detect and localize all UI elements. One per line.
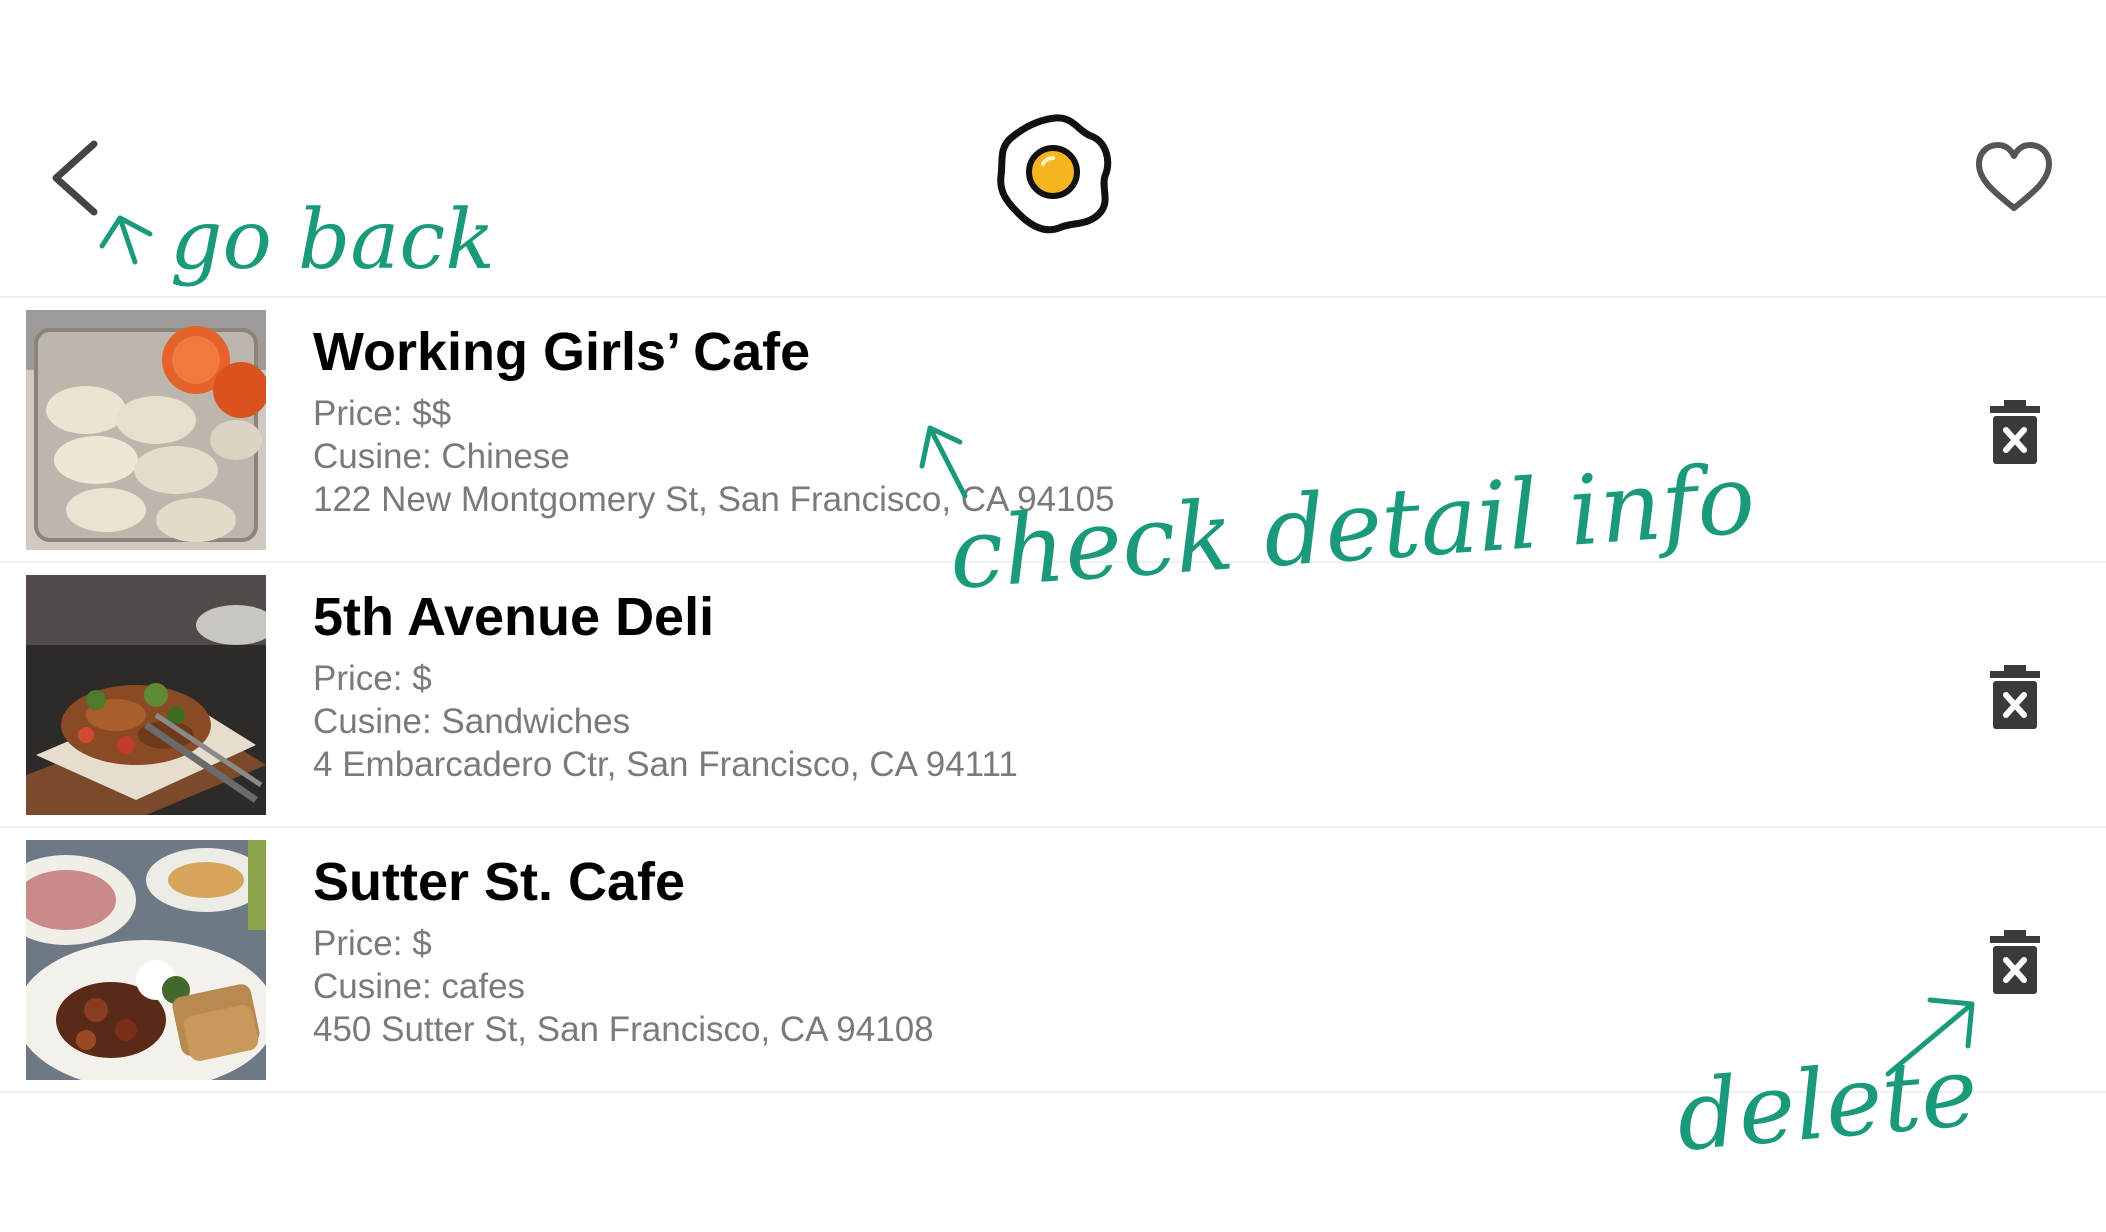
restaurant-cuisine: Cusine: Chinese: [313, 437, 570, 476]
restaurant-row[interactable]: Sutter St. Cafe Price: $ Cusine: cafes 4…: [0, 828, 2106, 1093]
restaurant-row[interactable]: Working Girls’ Cafe Price: $$ Cusine: Ch…: [0, 298, 2106, 563]
delete-button[interactable]: [1988, 928, 2042, 996]
restaurant-address: 4 Embarcadero Ctr, San Francisco, CA 941…: [313, 745, 1018, 784]
restaurant-name: Sutter St. Cafe: [313, 852, 686, 912]
back-button[interactable]: [44, 136, 114, 220]
app-logo: [995, 110, 1115, 235]
restaurant-name: 5th Avenue Deli: [313, 587, 715, 647]
restaurant-info: Working Girls’ Cafe Price: $$ Cusine: Ch…: [313, 320, 1115, 521]
trash-icon: [1990, 400, 2040, 464]
fried-egg-icon: [997, 114, 1112, 234]
restaurant-photo-salad: [26, 575, 266, 815]
trash-icon: [1990, 930, 2040, 994]
restaurant-cuisine: Cusine: cafes: [313, 967, 526, 1006]
favorites-button[interactable]: [1974, 140, 2054, 214]
restaurant-address: 450 Sutter St, San Francisco, CA 94108: [313, 1010, 934, 1049]
restaurant-cuisine: Cusine: Sandwiches: [313, 702, 631, 741]
restaurant-price: Price: $$: [313, 394, 452, 433]
chevron-left-icon: [52, 140, 98, 216]
restaurant-row[interactable]: 5th Avenue Deli Price: $ Cusine: Sandwic…: [0, 563, 2106, 828]
delete-button[interactable]: [1988, 398, 2042, 466]
restaurant-address: 122 New Montgomery St, San Francisco, CA…: [313, 480, 1115, 519]
restaurant-price: Price: $: [313, 924, 432, 963]
restaurant-name: Working Girls’ Cafe: [313, 322, 811, 382]
delete-button[interactable]: [1988, 663, 2042, 731]
top-bar: [0, 0, 2106, 298]
restaurant-photo-dumplings: [26, 310, 266, 550]
restaurant-list: Working Girls’ Cafe Price: $$ Cusine: Ch…: [0, 298, 2106, 1093]
restaurant-info: Sutter St. Cafe Price: $ Cusine: cafes 4…: [313, 850, 934, 1051]
heart-outline-icon: [1976, 142, 2052, 211]
restaurant-info: 5th Avenue Deli Price: $ Cusine: Sandwic…: [313, 585, 1018, 786]
restaurant-price: Price: $: [313, 659, 432, 698]
trash-icon: [1990, 665, 2040, 729]
restaurant-photo-breakfast: [26, 840, 266, 1080]
